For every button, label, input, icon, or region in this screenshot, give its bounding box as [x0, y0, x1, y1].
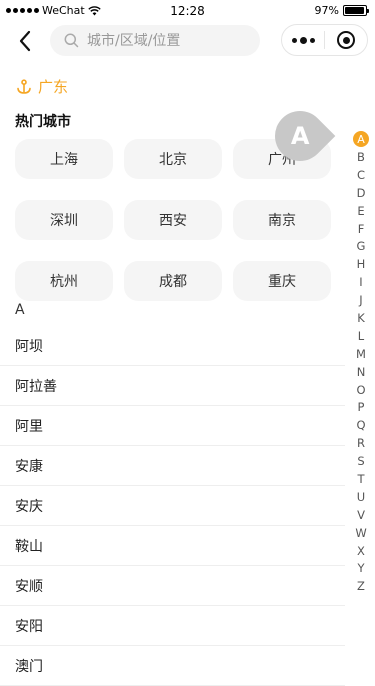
more-options-button[interactable]	[282, 25, 324, 55]
index-letter-p[interactable]: P	[352, 398, 370, 416]
index-letter-t[interactable]: T	[352, 470, 370, 488]
city-list: 阿坝 阿拉善 阿里 安康 安庆 鞍山 安顺 安阳 澳门	[0, 326, 345, 686]
current-location-label: 广东	[38, 78, 69, 96]
city-list-item[interactable]: 安康	[0, 446, 345, 486]
target-icon	[337, 31, 355, 49]
hot-cities-grid: 上海 北京 广州 深圳 西安 南京 杭州 成都 重庆	[15, 139, 331, 301]
index-letter-j[interactable]: J	[352, 291, 370, 309]
index-letter-s[interactable]: S	[352, 452, 370, 470]
back-button[interactable]	[14, 28, 38, 54]
city-list-item[interactable]: 澳门	[0, 646, 345, 686]
index-letter-a[interactable]: A	[353, 131, 369, 147]
index-letter-e[interactable]: E	[352, 202, 370, 220]
index-letter-n[interactable]: N	[352, 363, 370, 381]
index-letter-b[interactable]: B	[352, 148, 370, 166]
anchor-icon	[17, 78, 31, 94]
hot-city-button[interactable]: 北京	[124, 139, 222, 179]
index-letter-v[interactable]: V	[352, 506, 370, 524]
hot-city-button[interactable]: 深圳	[15, 200, 113, 240]
nav-bar	[0, 22, 375, 60]
hot-city-button[interactable]: 上海	[15, 139, 113, 179]
chevron-left-icon	[19, 30, 31, 52]
index-letter-m[interactable]: M	[352, 345, 370, 363]
index-letter-z[interactable]: Z	[352, 577, 370, 595]
index-letter-l[interactable]: L	[352, 327, 370, 345]
hot-city-button[interactable]: 成都	[124, 261, 222, 301]
index-letter-g[interactable]: G	[352, 237, 370, 255]
hot-city-button[interactable]: 南京	[233, 200, 331, 240]
city-list-item[interactable]: 阿里	[0, 406, 345, 446]
index-letter-o[interactable]: O	[352, 381, 370, 399]
index-letter-q[interactable]: Q	[352, 416, 370, 434]
battery-percent: 97%	[314, 4, 339, 17]
index-letter-u[interactable]: U	[352, 488, 370, 506]
search-input[interactable]	[87, 32, 237, 49]
index-letter-k[interactable]: K	[352, 309, 370, 327]
current-location[interactable]: 广东	[16, 76, 68, 97]
search-icon	[64, 33, 79, 48]
alphabet-index-bar[interactable]: ABCDEFGHIJKLMNOPQRSTUVWXYZ	[352, 130, 370, 595]
index-letter-i[interactable]: I	[352, 273, 370, 291]
index-letter-x[interactable]: X	[352, 542, 370, 560]
index-letter-h[interactable]: H	[352, 255, 370, 273]
city-list-item[interactable]: 安阳	[0, 606, 345, 646]
section-header: A	[15, 302, 25, 318]
city-list-item[interactable]: 阿拉善	[0, 366, 345, 406]
city-list-item[interactable]: 鞍山	[0, 526, 345, 566]
hot-city-button[interactable]: 杭州	[15, 261, 113, 301]
close-mini-program-button[interactable]	[325, 25, 367, 55]
hot-city-button[interactable]: 重庆	[233, 261, 331, 301]
battery-icon	[343, 5, 369, 16]
index-letter-y[interactable]: Y	[352, 559, 370, 577]
hot-cities-title: 热门城市	[15, 114, 71, 130]
search-bar[interactable]	[50, 25, 260, 56]
index-letter-r[interactable]: R	[352, 434, 370, 452]
city-list-item[interactable]: 阿坝	[0, 326, 345, 366]
city-list-item[interactable]: 安顺	[0, 566, 345, 606]
status-bar-right: 97%	[314, 4, 369, 17]
index-letter-d[interactable]: D	[352, 184, 370, 202]
index-indicator-letter: A	[290, 121, 310, 150]
status-bar: WeChat 12:28 97%	[0, 0, 375, 22]
index-letter-c[interactable]: C	[352, 166, 370, 184]
hot-city-button[interactable]: 西安	[124, 200, 222, 240]
index-letter-w[interactable]: W	[352, 524, 370, 542]
mini-program-capsule	[281, 24, 368, 56]
city-list-item[interactable]: 安庆	[0, 486, 345, 526]
index-letter-f[interactable]: F	[352, 220, 370, 238]
